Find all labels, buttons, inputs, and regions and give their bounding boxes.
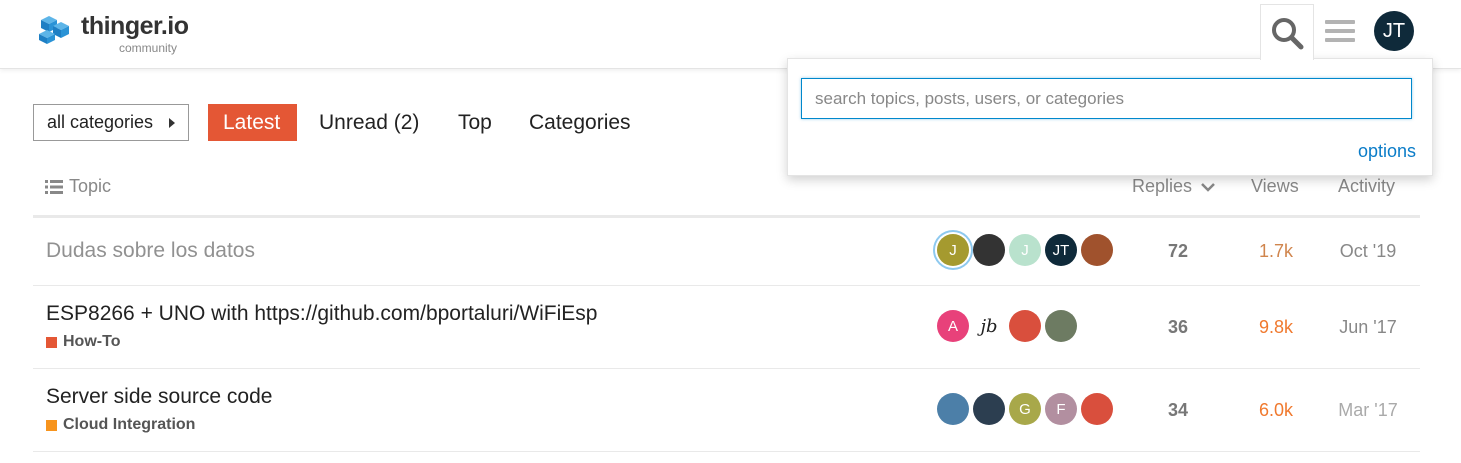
user-avatar: JT	[1374, 11, 1414, 51]
category-color-swatch	[46, 336, 57, 348]
poster-avatar[interactable]	[973, 393, 1005, 425]
logo-cubes-icon	[39, 16, 69, 44]
tab-categories[interactable]: Categories	[514, 104, 646, 141]
replies-count[interactable]: 72	[1138, 241, 1218, 262]
search-input[interactable]	[801, 78, 1412, 119]
topic-row: Server side source code Cloud Integration…	[33, 369, 1420, 452]
column-header-replies-label: Replies	[1132, 176, 1193, 196]
poster-avatar[interactable]: F	[1045, 393, 1077, 425]
search-button[interactable]	[1260, 4, 1314, 60]
views-count: 6.0k	[1258, 399, 1294, 420]
search-menu-panel: options	[787, 58, 1433, 176]
column-header-topic-label: Topic	[69, 176, 112, 196]
category-badge-label: How-To	[63, 333, 121, 350]
posters-list: Ajb	[937, 310, 1077, 342]
poster-avatar[interactable]: J	[937, 234, 969, 266]
category-dropdown[interactable]: all categories	[33, 104, 189, 141]
poster-avatar[interactable]	[1045, 310, 1077, 342]
chevron-down-icon	[1201, 182, 1215, 192]
activity-date[interactable]: Mar '17	[1328, 400, 1408, 421]
category-dropdown-label: all categories	[47, 112, 154, 132]
views-count: 9.8k	[1258, 316, 1294, 337]
column-header-replies[interactable]: Replies	[1132, 176, 1216, 197]
user-menu-button[interactable]: JT	[1367, 4, 1421, 58]
hamburger-icon	[1325, 15, 1355, 47]
category-badge[interactable]: How-To	[46, 333, 120, 351]
tab-unread[interactable]: Unread (2)	[304, 104, 434, 141]
activity-date[interactable]: Oct '19	[1328, 241, 1408, 262]
poster-avatar[interactable]	[1009, 310, 1041, 342]
column-header-activity[interactable]: Activity	[1338, 176, 1395, 197]
topic-title-link[interactable]: Server side source code	[46, 385, 272, 409]
logo-text: thinger.io	[81, 12, 189, 40]
topic-row: Dudas sobre los datos J J JT 72 1.7k Oct '19	[33, 218, 1420, 286]
replies-count[interactable]: 34	[1138, 400, 1218, 421]
poster-avatar[interactable]: A	[937, 310, 969, 342]
poster-avatar[interactable]	[1081, 393, 1113, 425]
hamburger-menu-button[interactable]	[1313, 4, 1367, 58]
poster-avatar[interactable]	[937, 393, 969, 425]
topic-title-link[interactable]: ESP8266 + UNO with https://github.com/bp…	[46, 302, 598, 326]
column-header-views[interactable]: Views	[1251, 176, 1299, 197]
tab-latest[interactable]: Latest	[208, 104, 297, 141]
category-badge[interactable]: Cloud Integration	[46, 416, 195, 434]
topic-title-link[interactable]: Dudas sobre los datos	[46, 239, 255, 263]
caret-right-icon	[169, 117, 175, 128]
poster-avatar[interactable]: J	[1009, 234, 1041, 266]
poster-avatar[interactable]: jb	[973, 310, 1005, 342]
search-options-link[interactable]: options	[1358, 141, 1416, 162]
logo-subtext: community	[119, 41, 178, 55]
posters-list: GF	[937, 393, 1113, 425]
category-badge-label: Cloud Integration	[63, 416, 196, 433]
category-color-swatch	[46, 419, 57, 431]
site-logo[interactable]: thinger.io community	[37, 12, 197, 56]
poster-avatar[interactable]	[973, 234, 1005, 266]
views-count: 1.7k	[1258, 241, 1294, 261]
poster-avatar[interactable]	[1081, 234, 1113, 266]
posters-list: J J JT	[937, 234, 1113, 266]
poster-avatar[interactable]: G	[1009, 393, 1041, 425]
activity-date[interactable]: Jun '17	[1328, 317, 1408, 338]
search-icon	[1272, 17, 1304, 49]
poster-avatar[interactable]: JT	[1045, 234, 1077, 266]
topic-row: ESP8266 + UNO with https://github.com/bp…	[33, 286, 1420, 369]
tab-top[interactable]: Top	[443, 104, 507, 141]
column-header-topic: Topic	[45, 176, 111, 197]
list-icon	[45, 179, 63, 194]
replies-count[interactable]: 36	[1138, 317, 1218, 338]
